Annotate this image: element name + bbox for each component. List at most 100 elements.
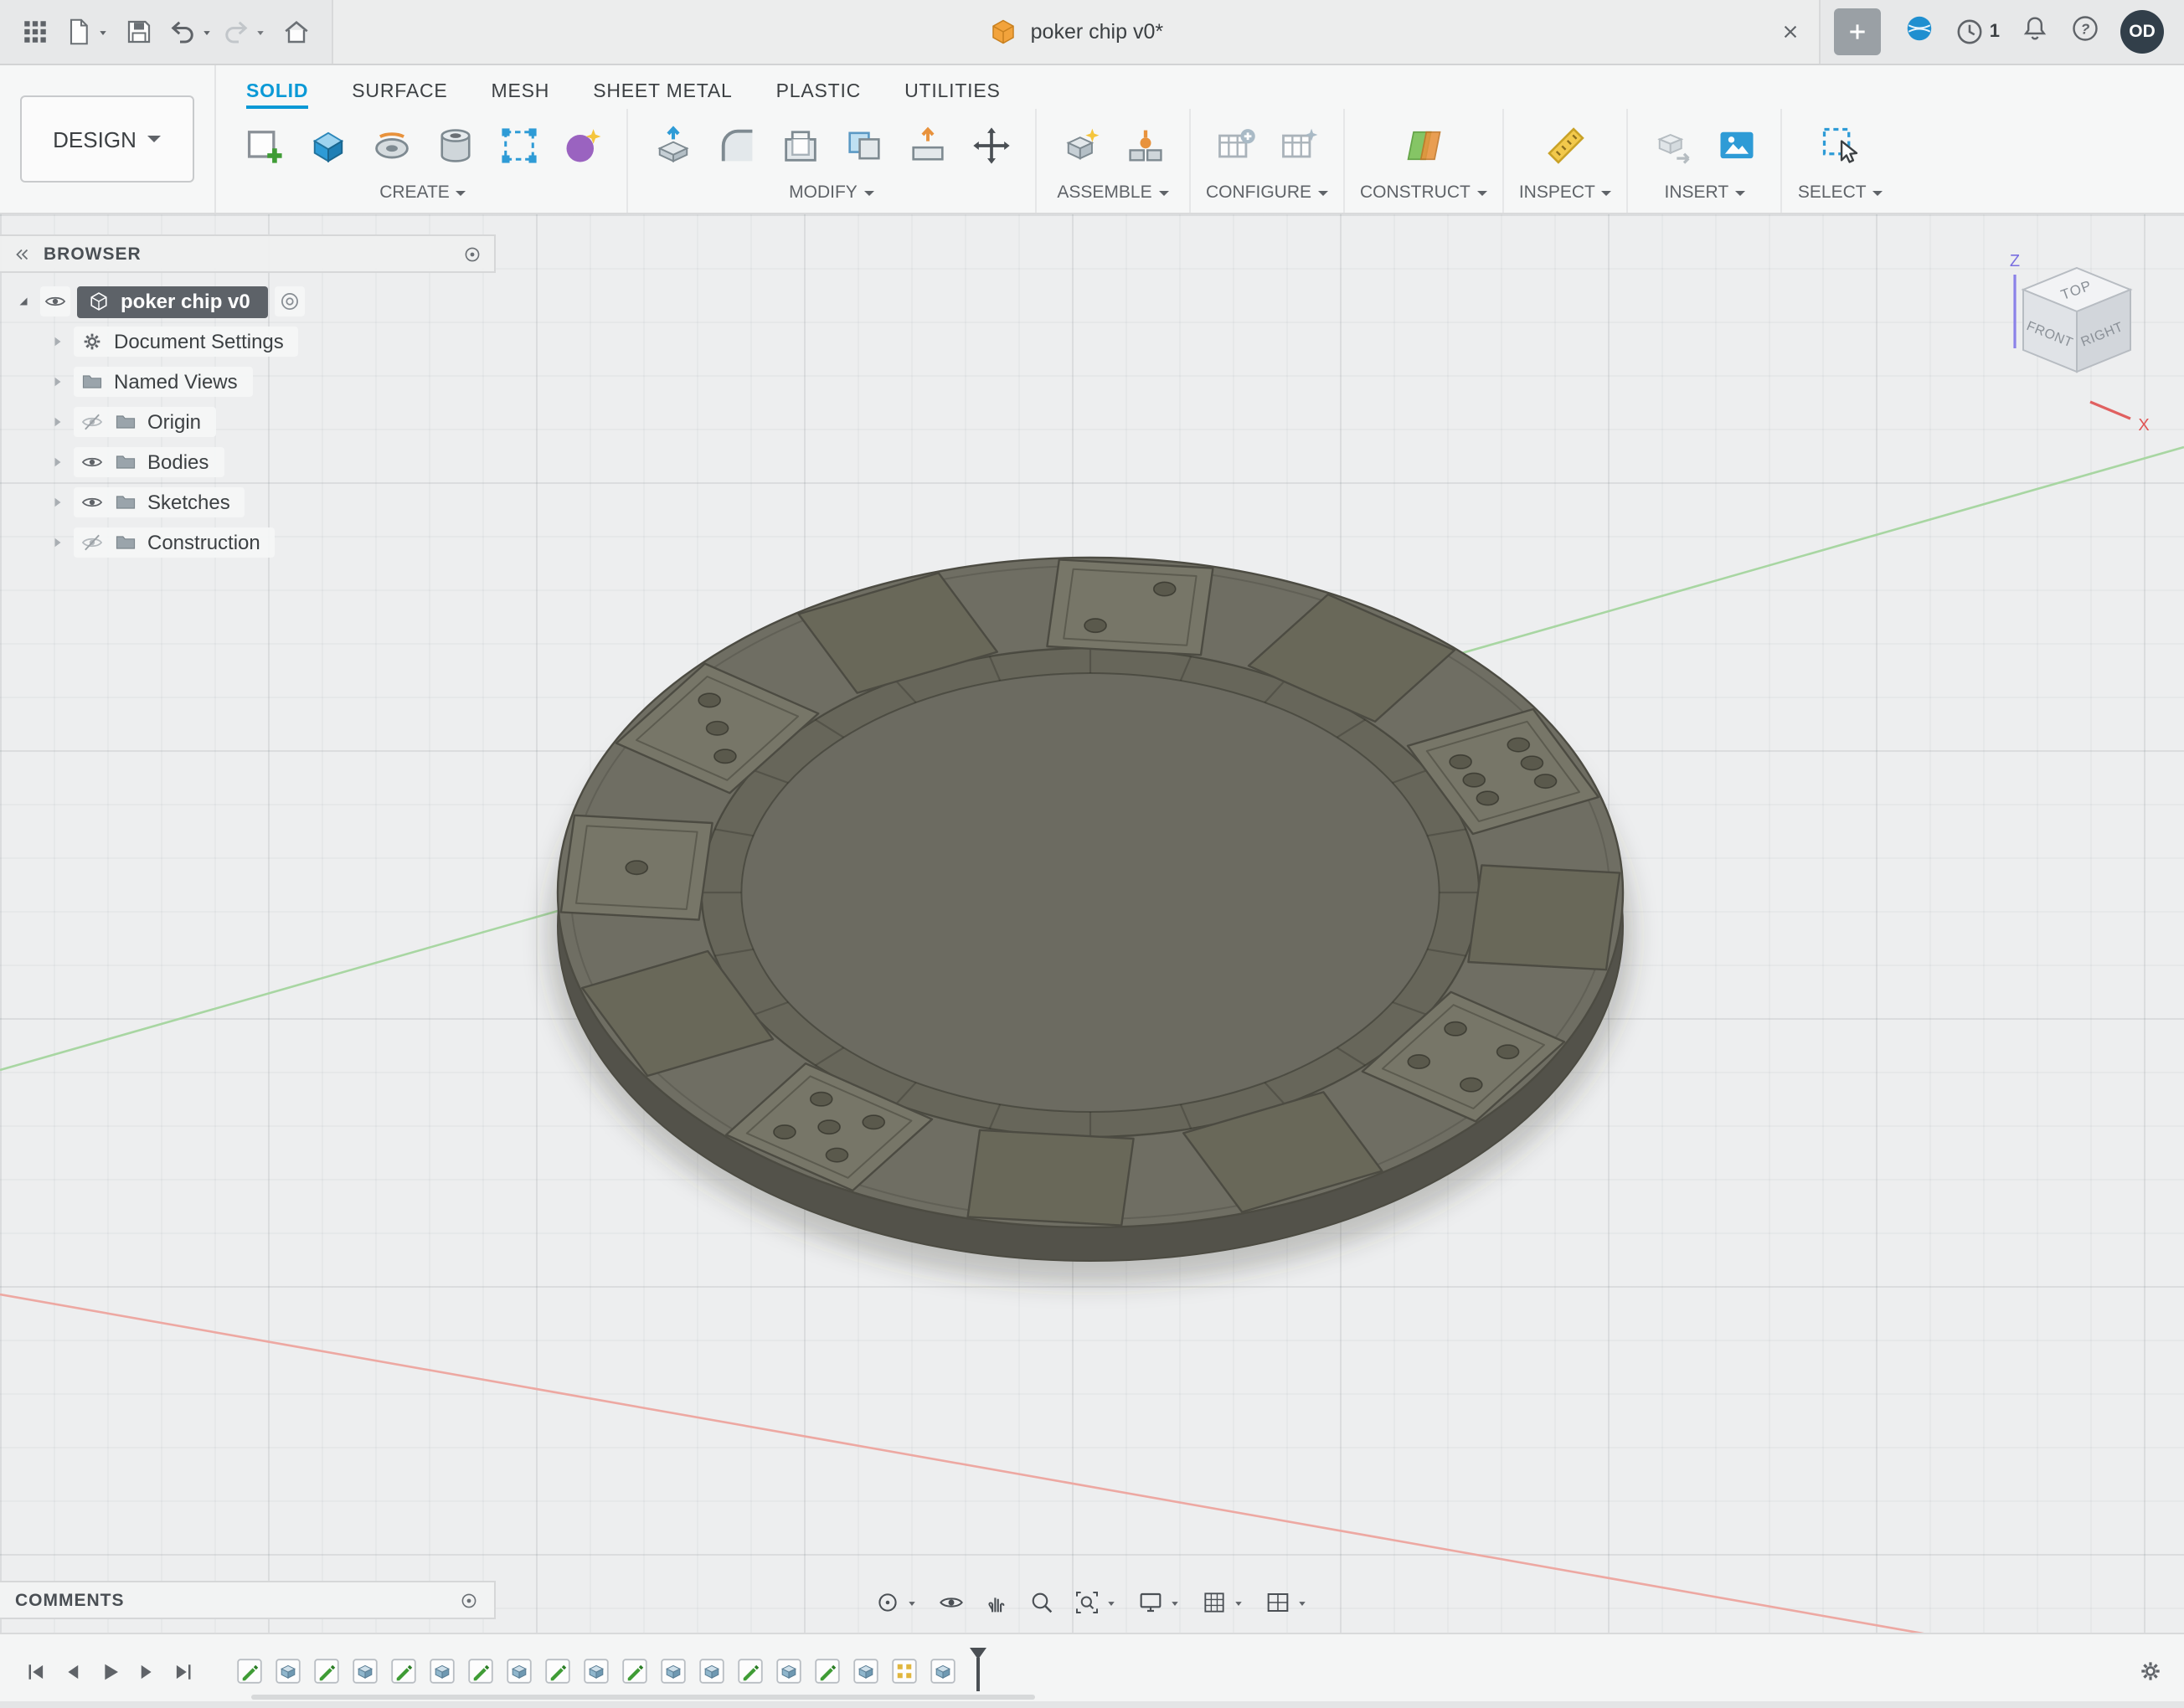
timeline-go-to-end-button[interactable] <box>164 1651 201 1691</box>
revolve-button[interactable] <box>362 112 420 179</box>
modify-dropdown[interactable]: MODIFY <box>789 181 874 211</box>
notifications-button[interactable] <box>2020 13 2050 51</box>
tab-sheet-metal[interactable]: SHEET METAL <box>593 82 732 109</box>
select-dropdown[interactable]: SELECT <box>1798 181 1883 211</box>
browser-item-origin[interactable]: Origin <box>0 404 496 440</box>
timeline-step-forward-button[interactable] <box>127 1651 164 1691</box>
expand-arrow-icon[interactable] <box>47 332 67 352</box>
new-tab-button[interactable] <box>1833 8 1881 55</box>
timeline-feature-sketch-2[interactable] <box>312 1656 342 1686</box>
browser-item-named-views[interactable]: Named Views <box>0 363 496 400</box>
document-tab[interactable]: poker chip v0* <box>332 0 1821 64</box>
configuration-table-button[interactable] <box>1206 112 1265 179</box>
browser-item-construction[interactable]: Construction <box>0 524 496 561</box>
job-status-button[interactable] <box>1904 13 1934 51</box>
joint-button[interactable] <box>1115 112 1174 179</box>
tab-utilities[interactable]: UTILITIES <box>904 82 1001 109</box>
nav-fit-button[interactable] <box>1067 1584 1125 1621</box>
offset-face-button[interactable] <box>898 112 956 179</box>
construct-dropdown[interactable]: CONSTRUCT <box>1360 181 1487 211</box>
timeline-feature-extrude-11[interactable] <box>658 1656 688 1686</box>
move-copy-button[interactable] <box>961 112 1020 179</box>
nav-orbit-button[interactable] <box>868 1584 926 1621</box>
new-component-button[interactable] <box>1052 112 1110 179</box>
insert-derive-button[interactable] <box>1644 112 1702 179</box>
expand-arrow-icon[interactable] <box>47 492 67 512</box>
browser-item-bodies[interactable]: Bodies <box>0 444 496 481</box>
timeline-feature-pattern-17[interactable] <box>889 1656 919 1686</box>
timeline-position-marker[interactable] <box>968 1648 988 1695</box>
insert-canvas-button[interactable] <box>1708 112 1766 179</box>
expand-arrow-icon[interactable] <box>13 291 33 311</box>
timeline-go-to-start-button[interactable] <box>17 1651 54 1691</box>
shell-button[interactable] <box>770 112 829 179</box>
timeline-feature-sketch-10[interactable] <box>620 1656 650 1686</box>
tab-close-button[interactable] <box>1779 20 1802 44</box>
insert-configuration-button[interactable] <box>1270 112 1328 179</box>
measure-button[interactable] <box>1536 112 1594 179</box>
create-form-button[interactable] <box>553 112 611 179</box>
nav-pan-button[interactable] <box>976 1584 1017 1621</box>
timeline-scroll-strip[interactable] <box>0 1701 2184 1708</box>
tab-surface[interactable]: SURFACE <box>352 82 447 109</box>
timeline-feature-sketch-0[interactable] <box>234 1656 265 1686</box>
help-button[interactable]: ? <box>2070 13 2100 51</box>
timeline-feature-extrude-16[interactable] <box>851 1656 881 1686</box>
workspace-selector-button[interactable]: DESIGN <box>20 95 194 183</box>
browser-header[interactable]: BROWSER <box>0 234 496 273</box>
visibility-eye-icon[interactable] <box>80 450 104 474</box>
create-dropdown[interactable]: CREATE <box>379 181 466 211</box>
select-tool-button[interactable] <box>1811 112 1870 179</box>
tab-plastic[interactable]: PLASTIC <box>776 82 861 109</box>
timeline-feature-sketch-13[interactable] <box>735 1656 765 1686</box>
panel-options-icon[interactable] <box>462 244 482 264</box>
expand-arrow-icon[interactable] <box>47 452 67 472</box>
nav-display-settings-button[interactable] <box>1131 1584 1189 1621</box>
nav-viewports-button[interactable] <box>1258 1584 1316 1621</box>
browser-item-sketches[interactable]: Sketches <box>0 484 496 521</box>
timeline-feature-extrude-14[interactable] <box>774 1656 804 1686</box>
viewport-canvas[interactable]: BROWSER poker chip v0 Document Settings … <box>0 214 2184 1633</box>
timeline-feature-extrude-1[interactable] <box>273 1656 303 1686</box>
redo-button[interactable] <box>221 7 268 57</box>
timeline-settings-button[interactable] <box>2137 1658 2164 1685</box>
visibility-eye-off-icon[interactable] <box>80 410 104 434</box>
timeline-feature-extrude-12[interactable] <box>697 1656 727 1686</box>
construct-plane-button[interactable] <box>1394 112 1453 179</box>
timeline-feature-extrude-3[interactable] <box>350 1656 380 1686</box>
view-cube[interactable]: Z X TOP FRONT RIGHT <box>1993 248 2161 445</box>
hole-button[interactable] <box>425 112 484 179</box>
insert-dropdown[interactable]: INSERT <box>1665 181 1746 211</box>
browser-item-document-settings[interactable]: Document Settings <box>0 323 496 360</box>
timeline-feature-sketch-4[interactable] <box>389 1656 419 1686</box>
nav-grid-display-button[interactable] <box>1194 1584 1253 1621</box>
collapse-panel-icon[interactable] <box>12 244 32 264</box>
timeline-rail[interactable] <box>251 1695 1035 1700</box>
assemble-dropdown[interactable]: ASSEMBLE <box>1057 181 1168 211</box>
timeline-feature-extrude-5[interactable] <box>427 1656 457 1686</box>
expand-arrow-icon[interactable] <box>47 412 67 432</box>
timeline-feature-extrude-9[interactable] <box>581 1656 611 1686</box>
visibility-eye-icon[interactable] <box>80 491 104 514</box>
save-button[interactable] <box>117 7 161 57</box>
timeline-feature-extrude-18[interactable] <box>928 1656 958 1686</box>
timeline-feature-sketch-15[interactable] <box>812 1656 842 1686</box>
timeline-feature-sketch-6[interactable] <box>466 1656 496 1686</box>
comments-bar[interactable]: COMMENTS <box>0 1581 496 1619</box>
timeline-play-button[interactable] <box>90 1651 127 1691</box>
timeline-feature-sketch-8[interactable] <box>543 1656 573 1686</box>
create-sketch-button[interactable] <box>234 112 293 179</box>
user-avatar[interactable]: OD <box>2120 10 2164 54</box>
activate-component-radio-icon[interactable] <box>279 290 302 313</box>
undo-button[interactable] <box>167 7 214 57</box>
tab-solid[interactable]: SOLID <box>246 82 309 109</box>
configure-dropdown[interactable]: CONFIGURE <box>1206 181 1328 211</box>
timeline-step-back-button[interactable] <box>54 1651 90 1691</box>
tab-mesh[interactable]: MESH <box>492 82 550 109</box>
home-tab-button[interactable] <box>275 7 318 57</box>
extrude-button[interactable] <box>298 112 357 179</box>
expand-arrow-icon[interactable] <box>47 532 67 553</box>
file-menu-button[interactable] <box>64 7 111 57</box>
visibility-eye-icon[interactable] <box>44 290 67 313</box>
combine-button[interactable] <box>834 112 893 179</box>
